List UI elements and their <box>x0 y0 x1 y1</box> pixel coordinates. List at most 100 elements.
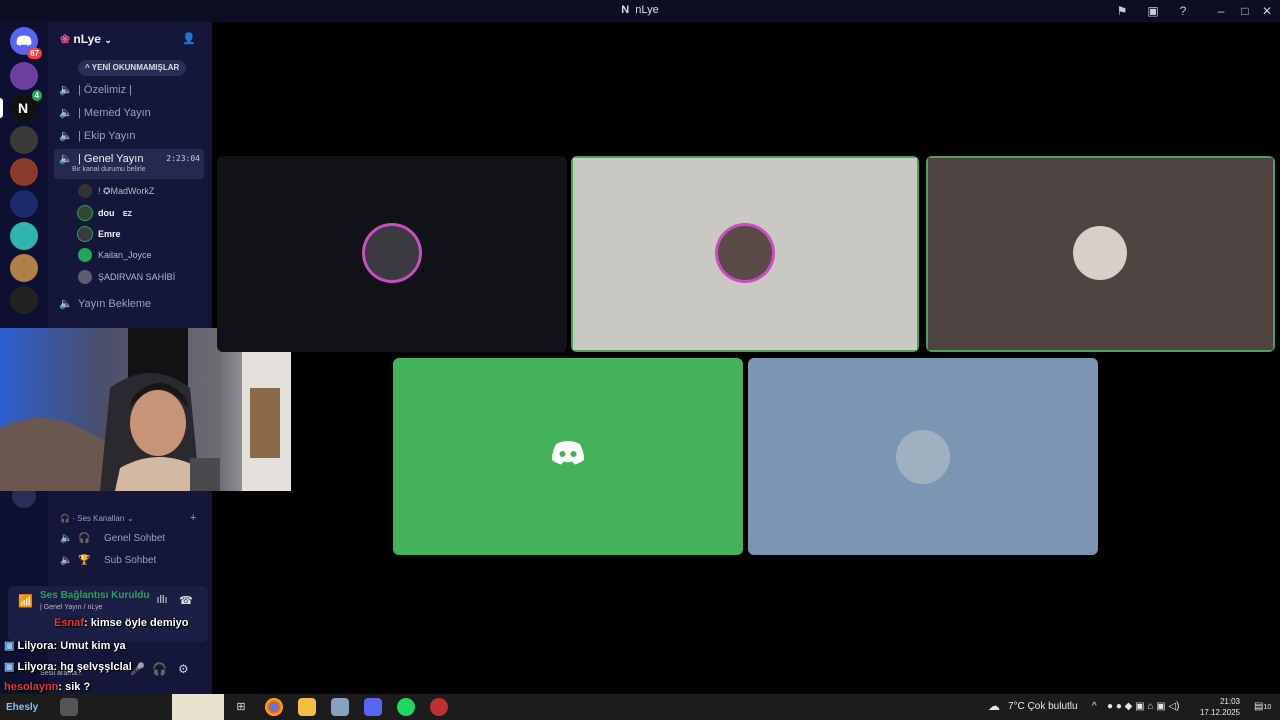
tray-icons[interactable]: ● ● ◆ ▣ ⌂ ▣ ◁) <box>1107 701 1179 712</box>
server-icon[interactable] <box>10 62 38 90</box>
speaker-icon: 🔈 <box>59 84 73 96</box>
weather-text[interactable]: 7°C Çok bulutlu <box>1008 701 1078 712</box>
home-button[interactable]: 67 <box>10 27 42 59</box>
server-icon[interactable] <box>10 190 38 218</box>
channel-sub-sohbet[interactable]: 🔈 🏆 Sub Sohbet <box>60 551 200 571</box>
video-tile[interactable] <box>571 156 919 352</box>
channel-genel-yayin[interactable]: 🔈 | Genel Yayın 2:23:04 Bir kanal durumu… <box>54 149 204 179</box>
avatar <box>78 248 92 262</box>
voice-member[interactable]: Kailan_Joyce <box>78 246 152 264</box>
weather-icon: ☁ <box>988 699 1000 713</box>
avatar <box>78 206 92 220</box>
taskbar-app[interactable] <box>60 698 78 716</box>
speaker-icon: 🔈 <box>60 533 73 544</box>
file-explorer-icon[interactable] <box>298 698 316 716</box>
maximize-icon[interactable]: □ <box>1237 3 1253 19</box>
chevron-up-icon[interactable]: ^ <box>1092 701 1097 712</box>
widgets-icon[interactable] <box>172 694 224 720</box>
screen: NnLye ⚑ ▣ ? – □ ✕ 67 N 4 ❀ nLye ⌄ 👤 ^ YE… <box>0 0 1280 720</box>
app-logo-icon: N <box>621 4 630 16</box>
server-nlye[interactable]: N 4 <box>10 90 42 122</box>
taskbar-app[interactable] <box>430 698 448 716</box>
webcam-overlay <box>0 328 291 491</box>
taskbar-app[interactable] <box>331 698 349 716</box>
taskbar: Ehesly ⊞ ☁ 7°C Çok bulutlu ^ ● ● ◆ ▣ ⌂ ▣… <box>0 694 1280 720</box>
corner-label: Ehesly <box>6 702 39 713</box>
mute-icon[interactable]: 🎤 <box>130 662 145 676</box>
task-view-icon[interactable]: ⊞ <box>232 698 250 716</box>
headphones-icon: 🎧 <box>60 514 70 523</box>
chrome-icon[interactable] <box>265 698 283 716</box>
channel-yayin-bekleme[interactable]: 🔈 Yayın Bekleme <box>54 294 204 314</box>
avatar <box>1073 226 1127 280</box>
avatar <box>365 226 419 280</box>
channel-ozelimiz[interactable]: 🔈 | Özelimiz | <box>54 80 204 100</box>
add-channel-icon[interactable]: + <box>190 512 196 524</box>
guild-icon: ❀ <box>60 32 71 46</box>
minimize-icon[interactable]: – <box>1213 3 1229 19</box>
connection-status[interactable]: Ses Bağlantısı Kuruldu <box>40 590 149 601</box>
voice-member[interactable]: ŞADIRVAN SAHİBİ <box>78 268 175 286</box>
video-tile[interactable] <box>748 358 1098 555</box>
headset-icon[interactable]: 🎧 <box>152 662 167 676</box>
avatar <box>718 226 772 280</box>
channel-ekip-yayin[interactable]: 🔈 | Ekip Yayın <box>54 126 204 146</box>
speaker-icon: 🔈 <box>59 153 73 165</box>
headphones-icon: 🎧 <box>78 533 91 544</box>
channel-status[interactable]: Bir kanal durumu belirle <box>72 164 146 176</box>
speaker-icon: 🔈 <box>60 555 73 566</box>
selected-pill <box>0 98 3 118</box>
guild-name[interactable]: ❀ nLye ⌄ <box>60 32 112 46</box>
clock[interactable]: 21:03 17.12.2025 <box>1200 696 1240 718</box>
badge-icon: ▣ <box>4 661 15 673</box>
voice-member[interactable]: dou EZ <box>78 204 132 222</box>
unread-pill[interactable]: ^ YENİ OKUNMAMIŞLAR <box>78 60 187 76</box>
chat-message: ▣ Lilyora: hg şelvşşlclal <box>4 661 132 673</box>
discord-taskbar-icon[interactable] <box>364 698 382 716</box>
flag-icon[interactable]: ⚑ <box>1114 3 1130 19</box>
notification-badge: 67 <box>27 48 42 59</box>
chat-message: ▣ Lilyora: Umut kim ya <box>4 640 126 652</box>
server-icon[interactable] <box>10 158 38 186</box>
channel-genel-sohbet[interactable]: 🔈 🎧 Genel Sohbet <box>60 529 200 549</box>
noise-suppression-icon[interactable]: ıllı <box>154 594 170 610</box>
close-icon[interactable]: ✕ <box>1259 3 1275 19</box>
category-voice-channels[interactable]: 🎧 · Ses Kanalları ⌄ <box>60 514 134 523</box>
chat-message: Esnaf: kimse öyle demiyo <box>54 617 189 629</box>
spotify-icon[interactable] <box>397 698 415 716</box>
server-icon[interactable] <box>10 126 38 154</box>
call-timer: 2:23:04 <box>166 154 200 163</box>
avatar <box>78 227 92 241</box>
trophy-icon: 🏆 <box>78 555 91 566</box>
help-icon[interactable]: ? <box>1175 3 1191 19</box>
server-icon[interactable] <box>10 286 38 314</box>
notification-badge: 4 <box>31 90 42 101</box>
voice-connection-panel: 📶 Ses Bağlantısı Kuruldu | Genel Yayın /… <box>8 586 208 642</box>
avatar <box>78 270 92 284</box>
speaker-icon: 🔈 <box>59 298 73 310</box>
connection-location[interactable]: | Genel Yayın / nLye <box>40 604 102 611</box>
add-member-icon[interactable]: 👤 <box>182 32 196 45</box>
video-tile[interactable] <box>926 156 1275 352</box>
chevron-down-icon: ⌄ <box>104 35 112 45</box>
chevron-down-icon: ⌄ <box>126 514 134 523</box>
badge-icon: ▣ <box>4 640 15 652</box>
avatar <box>896 430 950 484</box>
video-tile[interactable] <box>217 156 567 352</box>
video-tile[interactable] <box>393 358 743 555</box>
channel-memed-yayin[interactable]: 🔈 | Memed Yayın <box>54 103 204 123</box>
disconnect-icon[interactable]: ☎ <box>178 594 194 610</box>
webcam-image <box>0 328 291 491</box>
avatar <box>78 184 92 198</box>
server-icon[interactable] <box>10 254 38 282</box>
chevron-up-icon: ^ <box>85 63 90 72</box>
notification-icon[interactable]: ▤10 <box>1254 701 1271 712</box>
chat-message: hesolaynn: sik ? <box>4 681 91 693</box>
server-icon[interactable] <box>10 222 38 250</box>
discord-icon <box>552 441 584 465</box>
voice-member[interactable]: Emre <box>78 225 121 243</box>
inbox-icon[interactable]: ▣ <box>1145 3 1161 19</box>
voice-member[interactable]: ! ✪MadWorkZ <box>78 182 154 200</box>
server-list: 67 N 4 <box>0 22 48 328</box>
settings-icon[interactable]: ⚙ <box>178 662 189 676</box>
